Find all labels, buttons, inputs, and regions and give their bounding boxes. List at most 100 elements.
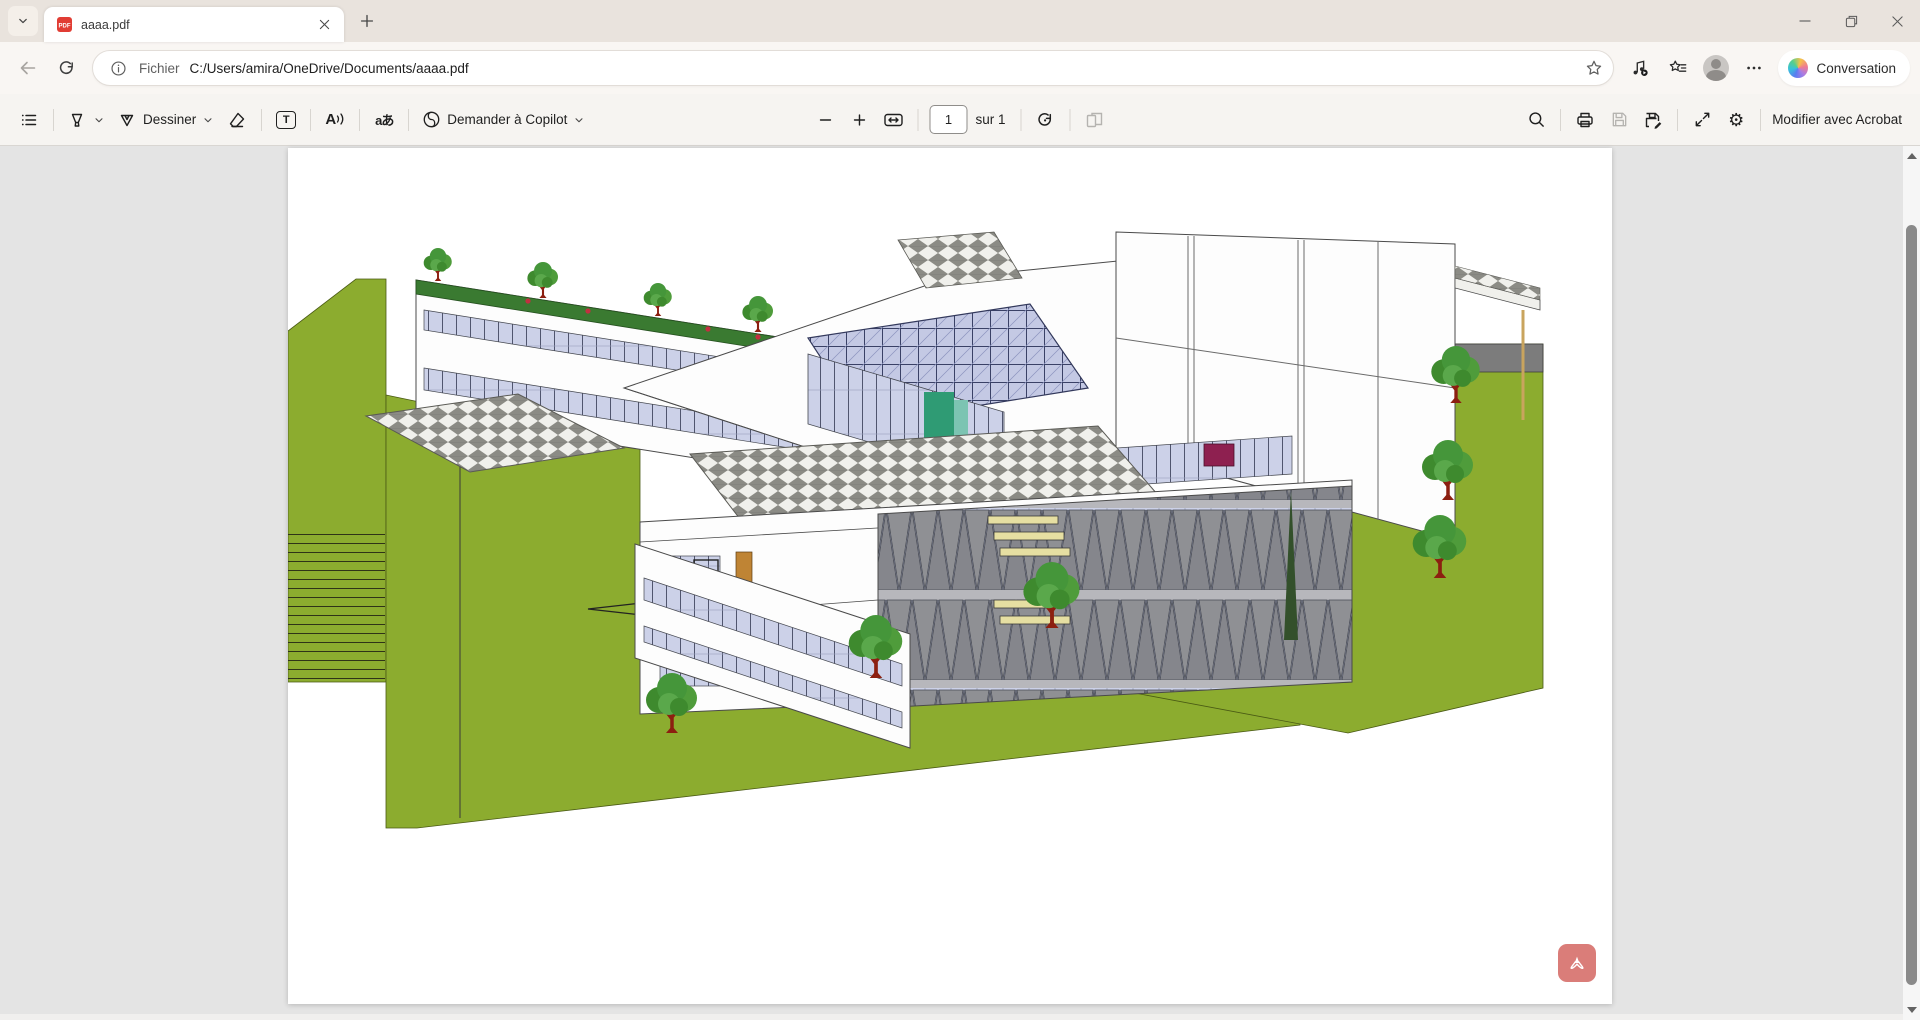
pdf-toolbar: Dessiner T A aあ Demander à Copilot (0, 94, 1920, 146)
pdf-file-icon: PDF (56, 16, 73, 33)
copilot-icon (1788, 58, 1808, 78)
svg-text:PDF: PDF (59, 24, 71, 30)
zoom-out-button[interactable] (808, 103, 842, 137)
highlighter-button[interactable] (61, 103, 111, 137)
architectural-drawing (288, 148, 1612, 1004)
ask-copilot-button[interactable]: Demander à Copilot (416, 103, 591, 137)
page-number-input[interactable] (929, 105, 967, 134)
browser-tab-active[interactable]: PDF aaaa.pdf (44, 7, 344, 42)
save-button (1602, 103, 1636, 137)
rotate-button[interactable] (1029, 103, 1063, 137)
print-button[interactable] (1568, 103, 1602, 137)
eraser-icon (227, 110, 247, 130)
info-icon (110, 60, 127, 77)
zoom-in-button[interactable] (842, 103, 876, 137)
window-controls (1782, 0, 1920, 42)
scroll-thumb[interactable] (1906, 225, 1917, 985)
back-button[interactable] (10, 50, 46, 86)
read-aloud-icon: A (325, 112, 345, 127)
window-close-button[interactable] (1874, 0, 1920, 42)
horizontal-scroll-track (0, 1014, 1903, 1020)
toolbar-divider (1560, 109, 1561, 131)
draw-button[interactable]: Dessiner (111, 103, 220, 137)
chevron-down-icon (15, 13, 31, 29)
vertical-scrollbar[interactable] (1903, 146, 1920, 1020)
pdf-toolbar-right: ⚙ Modifier avec Acrobat (1519, 103, 1908, 137)
text-box-icon: T (276, 111, 296, 129)
highlighter-icon (67, 110, 87, 130)
close-icon (319, 19, 330, 30)
favorites-list-icon (1668, 58, 1688, 78)
copilot-conversation-button[interactable]: Conversation (1778, 50, 1910, 86)
translate-button[interactable]: aあ (367, 103, 401, 137)
add-text-button[interactable]: T (269, 103, 303, 137)
browser-essentials-button[interactable] (1622, 50, 1658, 86)
toolbar-divider (1021, 109, 1022, 131)
page-count-label: sur 1 (975, 112, 1005, 127)
ask-copilot-label: Demander à Copilot (447, 112, 567, 127)
menu-list-icon (19, 110, 39, 130)
chevron-down-icon (93, 114, 105, 126)
window-minimize-button[interactable] (1782, 0, 1828, 42)
two-page-view-icon (1085, 110, 1105, 130)
toolbar-divider (310, 109, 311, 131)
music-note-icon (1630, 58, 1650, 78)
settings-more-button[interactable] (1736, 50, 1772, 86)
search-icon (1527, 110, 1546, 129)
gear-icon: ⚙ (1728, 111, 1744, 129)
tab-close-button[interactable] (312, 13, 336, 37)
tab-search-button[interactable] (8, 6, 38, 36)
avatar (1703, 55, 1729, 81)
read-aloud-button[interactable]: A (318, 103, 352, 137)
star-icon (1585, 59, 1603, 77)
site-info-button[interactable] (103, 53, 133, 83)
scroll-down-button[interactable] (1903, 1002, 1920, 1018)
browser-addressbar: Fichier C:/Users/amira/OneDrive/Document… (0, 42, 1920, 94)
collections-button[interactable] (1660, 50, 1696, 86)
pdf-viewer-area (0, 146, 1920, 1020)
chevron-down-icon (573, 114, 585, 126)
edit-with-acrobat-button[interactable]: Modifier avec Acrobat (1772, 112, 1902, 127)
plus-icon (850, 111, 868, 129)
fullscreen-button[interactable] (1685, 103, 1719, 137)
toolbar-divider (1677, 109, 1678, 131)
eraser-button[interactable] (220, 103, 254, 137)
restore-icon (1845, 15, 1858, 28)
plus-icon (358, 12, 376, 30)
minus-icon (816, 111, 834, 129)
conversation-label: Conversation (1816, 61, 1896, 76)
acrobat-logo-icon (1566, 952, 1588, 974)
toolbar-divider (917, 109, 918, 131)
pdf-settings-button[interactable]: ⚙ (1719, 103, 1753, 137)
fit-width-icon (882, 110, 904, 130)
open-in-acrobat-button[interactable] (1558, 944, 1596, 982)
translate-icon: aあ (375, 110, 393, 129)
minimize-icon (1799, 15, 1811, 27)
pdf-toolbar-center: sur 1 (808, 103, 1111, 137)
favorite-button[interactable] (1579, 53, 1609, 83)
chevron-down-icon (202, 114, 214, 126)
save-as-button[interactable] (1636, 103, 1670, 137)
refresh-button[interactable] (48, 50, 84, 86)
draw-label: Dessiner (143, 112, 196, 127)
page-view-button (1078, 103, 1112, 137)
toolbar-divider (53, 109, 54, 131)
url-bar[interactable]: Fichier C:/Users/amira/OneDrive/Document… (92, 50, 1614, 86)
find-button[interactable] (1519, 103, 1553, 137)
fit-to-width-button[interactable] (876, 103, 910, 137)
browser-titlebar: PDF aaaa.pdf (0, 0, 1920, 42)
more-dots-icon (1745, 59, 1763, 77)
close-icon (1891, 15, 1904, 28)
arrow-left-icon (18, 58, 38, 78)
copilot-outline-icon (422, 110, 441, 129)
pdf-page (288, 148, 1612, 1004)
toolbar-divider (261, 109, 262, 131)
refresh-icon (57, 59, 76, 78)
toc-menu-button[interactable] (12, 103, 46, 137)
triangle-up-icon (1907, 153, 1917, 159)
scroll-up-button[interactable] (1903, 148, 1920, 164)
profile-button[interactable] (1698, 50, 1734, 86)
new-tab-button[interactable] (352, 6, 382, 36)
toolbar-divider (1760, 109, 1761, 131)
window-restore-button[interactable] (1828, 0, 1874, 42)
